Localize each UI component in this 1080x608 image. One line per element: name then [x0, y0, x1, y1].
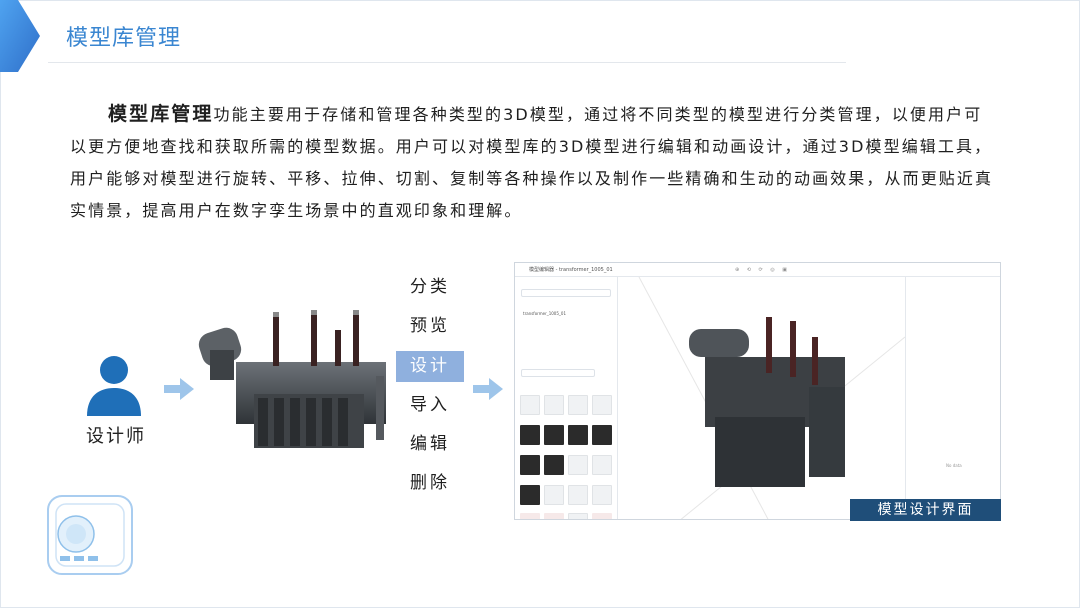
editor-toolbar: 模型编辑器 - transformer_1005_01 ⊕ ⟲ ⟳ ◎ ▣ — [515, 263, 1000, 277]
menu-item-import[interactable]: 导入 — [396, 390, 464, 421]
person-icon — [87, 356, 141, 416]
tree-search-input[interactable] — [521, 289, 611, 297]
thumbnail[interactable] — [520, 455, 540, 475]
flow-arrow-icon — [164, 378, 194, 400]
intro-paragraph: 模型库管理功能主要用于存储和管理各种类型的3D模型，通过将不同类型的模型进行分类… — [70, 98, 1000, 227]
flow-arrow-icon — [473, 378, 503, 400]
editor-left-panel: transformer_1005_01 — [515, 277, 618, 519]
operation-menu: 分类 预览 设计 导入 编辑 删除 — [396, 272, 464, 508]
thumbnail[interactable] — [520, 395, 540, 415]
header-divider — [48, 62, 846, 63]
menu-item-design[interactable]: 设计 — [396, 350, 464, 382]
designer-label: 设计师 — [86, 426, 146, 447]
toolbar-icons: ⊕ ⟲ ⟳ ◎ ▣ — [735, 267, 791, 273]
thumbnail[interactable] — [592, 485, 612, 505]
thumbnail[interactable] — [592, 455, 612, 475]
thumbnail[interactable] — [544, 455, 564, 475]
thumbnail[interactable] — [568, 485, 588, 505]
thumbnail[interactable] — [592, 425, 612, 445]
menu-item-preview[interactable]: 预览 — [396, 311, 464, 342]
3d-viewport[interactable] — [619, 276, 906, 519]
intro-lead: 模型库管理 — [108, 103, 214, 125]
menu-item-classify[interactable]: 分类 — [396, 272, 464, 303]
thumbnail[interactable] — [592, 395, 612, 415]
thumbnail[interactable] — [544, 425, 564, 445]
screenshot-caption: 模型设计界面 — [850, 499, 1001, 521]
thumbnail[interactable] — [592, 513, 612, 519]
thumbnail[interactable] — [568, 395, 588, 415]
thumbnail[interactable] — [568, 425, 588, 445]
model-search-input[interactable] — [521, 369, 595, 377]
editor-properties-panel: No data — [905, 277, 1000, 519]
thumbnail[interactable] — [520, 425, 540, 445]
thumbnail[interactable] — [544, 485, 564, 505]
thumbnail[interactable] — [568, 513, 588, 519]
viewport-model-image — [638, 276, 906, 519]
emblem-logo — [47, 495, 133, 575]
designer-block: 设计师 — [78, 352, 150, 447]
empty-state-text: No data — [946, 463, 962, 468]
editor-title: 模型编辑器 - transformer_1005_01 — [529, 267, 613, 273]
thumbnail[interactable] — [520, 485, 540, 505]
thumbnail[interactable] — [520, 513, 540, 519]
page-title: 模型库管理 — [66, 26, 182, 51]
thumbnail[interactable] — [544, 513, 564, 519]
menu-item-delete[interactable]: 删除 — [396, 468, 464, 499]
transformer-model-image — [198, 310, 386, 448]
thumbnail[interactable] — [568, 455, 588, 475]
menu-item-edit[interactable]: 编辑 — [396, 429, 464, 460]
model-design-screenshot: 模型编辑器 - transformer_1005_01 ⊕ ⟲ ⟳ ◎ ▣ tr… — [514, 262, 1001, 520]
corner-arrow-icon — [0, 0, 40, 72]
tree-item[interactable]: transformer_1005_01 — [523, 311, 566, 316]
thumbnail[interactable] — [544, 395, 564, 415]
